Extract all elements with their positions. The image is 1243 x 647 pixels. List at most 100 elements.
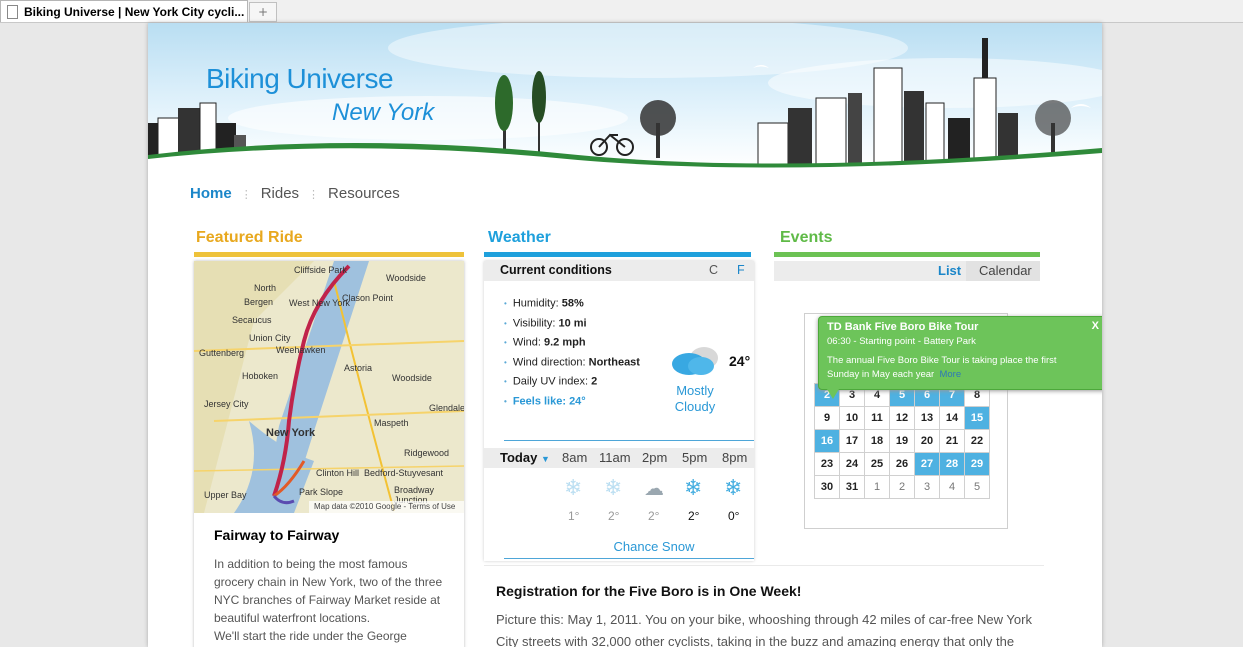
map-credit[interactable]: Map data ©2010 Google - Terms of Use <box>314 502 455 511</box>
calendar-day[interactable]: 10 <box>839 406 865 430</box>
event-title[interactable]: TD Bank Five Boro Bike Tour <box>827 321 978 333</box>
featured-ride-card: Cliffside Park North Bergen Secaucus Uni… <box>194 261 464 647</box>
calendar-day[interactable]: 15 <box>964 406 990 430</box>
close-icon[interactable]: X <box>1092 320 1099 332</box>
svg-text:Cliffside Park: Cliffside Park <box>294 265 347 275</box>
site-city: New York <box>332 99 435 126</box>
article-body: Picture this: May 1, 2011. You on your b… <box>496 612 1032 647</box>
calendar-day[interactable]: 12 <box>889 406 915 430</box>
calendar-day[interactable]: 14 <box>939 406 965 430</box>
calendar-day[interactable]: 30 <box>814 475 840 499</box>
calendar-day[interactable]: 4 <box>939 475 965 499</box>
divider <box>504 558 754 559</box>
browser-tab-title: Biking Universe | New York City cycli... <box>24 4 245 19</box>
calendar-day[interactable]: 31 <box>839 475 865 499</box>
nav-home[interactable]: Home <box>190 185 232 202</box>
calendar-day[interactable]: 26 <box>889 452 915 476</box>
svg-text:Glendale: Glendale <box>429 403 464 413</box>
svg-text:Clason Point: Clason Point <box>342 293 394 303</box>
new-tab-button[interactable]: + <box>249 2 277 22</box>
cloud-icon <box>672 347 718 375</box>
tab-list[interactable]: List <box>938 263 961 278</box>
calendar-day[interactable]: 23 <box>814 452 840 476</box>
cloud-snow-icon: ☁ <box>644 476 664 500</box>
forecast-temp-0: 1° <box>568 509 580 523</box>
forecast-time-4: 8pm <box>722 450 748 465</box>
calendar-day[interactable]: 20 <box>914 429 940 453</box>
current-conditions-label: Current conditions <box>500 263 612 277</box>
snowflake-icon: ❄ <box>564 476 583 501</box>
event-more-link[interactable]: More <box>939 369 961 380</box>
svg-text:Secaucus: Secaucus <box>232 315 272 325</box>
calendar-day[interactable]: 25 <box>864 452 890 476</box>
tab-calendar[interactable]: Calendar <box>979 263 1032 278</box>
event-description: The annual Five Boro Bike Tour is taking… <box>827 355 1057 380</box>
calendar-day[interactable]: 11 <box>864 406 890 430</box>
svg-text:Hoboken: Hoboken <box>242 371 278 381</box>
snowflake-icon: ❄ <box>684 476 703 501</box>
forecast-outlook: Chance Snow <box>613 539 695 554</box>
calendar-day[interactable]: 5 <box>964 475 990 499</box>
wind-direction: Wind direction: Northeast <box>504 353 640 373</box>
nav-separator: ⋮ <box>308 189 320 201</box>
current-temp: 24° <box>729 353 751 369</box>
nav-separator: ⋮ <box>240 189 252 201</box>
forecast-temp-3: 2° <box>688 509 700 523</box>
calendar-day[interactable]: 1 <box>864 475 890 499</box>
svg-text:New York: New York <box>266 427 316 439</box>
event-time: 06:30 - Starting point - Battery Park <box>827 336 976 347</box>
weather-details: Humidity: 58% Visibility: 10 mi Wind: 9.… <box>504 294 640 411</box>
svg-text:Jersey City: Jersey City <box>204 399 249 409</box>
divider <box>504 440 754 441</box>
calendar-day[interactable]: 9 <box>814 406 840 430</box>
featured-ride-heading: Featured Ride <box>194 229 464 257</box>
svg-text:Maspeth: Maspeth <box>374 418 409 428</box>
calendar-day[interactable]: 16 <box>814 429 840 453</box>
events-tabs: List Calendar <box>774 261 1040 281</box>
calendar-day[interactable]: 28 <box>939 452 965 476</box>
visibility: Visibility: 10 mi <box>504 314 640 334</box>
forecast-day-select[interactable]: Today ▼ <box>500 450 550 465</box>
snowflake-icon: ❄ <box>604 476 623 501</box>
calendar-day[interactable]: 17 <box>839 429 865 453</box>
calendar-day[interactable]: 24 <box>839 452 865 476</box>
calendar-day[interactable]: 21 <box>939 429 965 453</box>
forecast-temp-1: 2° <box>608 509 620 523</box>
site-title[interactable]: Biking Universe <box>206 63 394 95</box>
forecast-temp-4: 0° <box>728 509 740 523</box>
forecast-time-1: 11am <box>599 450 631 465</box>
unit-celsius[interactable]: C <box>709 263 718 277</box>
calendar-day[interactable]: 13 <box>914 406 940 430</box>
calendar-day[interactable]: 19 <box>889 429 915 453</box>
calendar-week: 23 24 25 26 27 28 29 <box>814 452 990 476</box>
nav-resources[interactable]: Resources <box>328 185 400 202</box>
svg-text:Broadway: Broadway <box>394 485 435 495</box>
svg-text:Ridgewood: Ridgewood <box>404 448 449 458</box>
popup-pointer <box>827 389 839 399</box>
calendar-day[interactable]: 18 <box>864 429 890 453</box>
wind: Wind: 9.2 mph <box>504 333 640 353</box>
unit-fahrenheit[interactable]: F <box>737 263 745 277</box>
svg-text:Clinton Hill: Clinton Hill <box>316 468 359 478</box>
forecast-time-0: 8am <box>562 450 588 465</box>
calendar-day[interactable]: 22 <box>964 429 990 453</box>
svg-text:Weehawken: Weehawken <box>276 345 325 355</box>
article-title[interactable]: Registration for the Five Boro is in One… <box>496 583 801 599</box>
snowflake-icon: ❄ <box>724 476 743 501</box>
ride-map[interactable]: Cliffside Park North Bergen Secaucus Uni… <box>194 261 464 513</box>
calendar-week: 16 17 18 19 20 21 22 <box>814 429 990 453</box>
site-banner: Biking Universe New York <box>148 23 1102 168</box>
calendar-day[interactable]: 2 <box>889 475 915 499</box>
calendar-day[interactable]: 29 <box>964 452 990 476</box>
nav-rides[interactable]: Rides <box>261 185 299 202</box>
browser-tab[interactable]: Biking Universe | New York City cycli... <box>0 0 248 22</box>
svg-text:Upper Bay: Upper Bay <box>204 490 247 500</box>
svg-text:Bedford-Stuyvesant: Bedford-Stuyvesant <box>364 468 444 478</box>
svg-text:Astoria: Astoria <box>344 363 372 373</box>
ride-description: In addition to being the most famous gro… <box>214 557 443 643</box>
calendar-day[interactable]: 3 <box>914 475 940 499</box>
humidity: Humidity: 58% <box>504 294 640 314</box>
uv-index: Daily UV index: 2 <box>504 372 640 392</box>
calendar-day[interactable]: 27 <box>914 452 940 476</box>
ride-title[interactable]: Fairway to Fairway <box>214 527 339 543</box>
